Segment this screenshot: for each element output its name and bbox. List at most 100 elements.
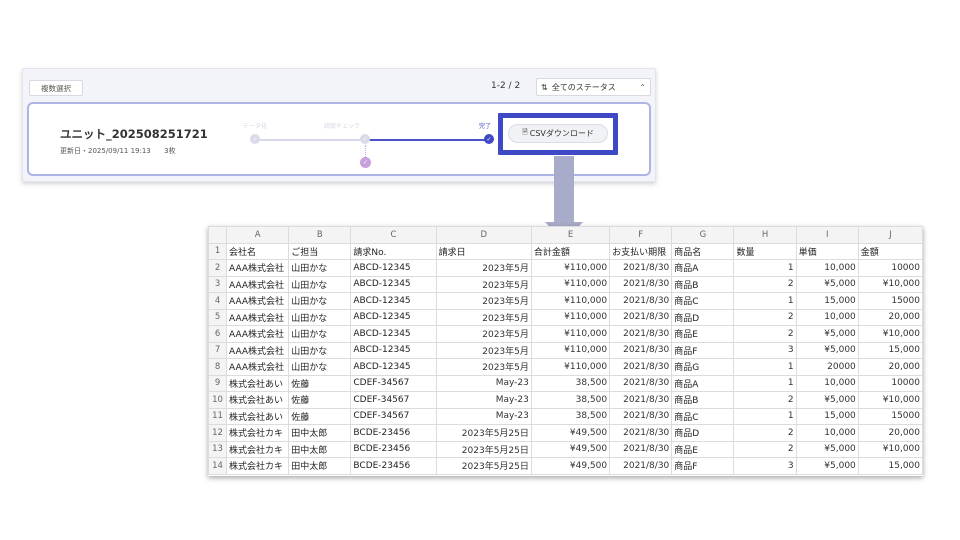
table-cell[interactable]: ¥49,500 xyxy=(530,440,611,458)
table-cell[interactable]: ¥10,000 xyxy=(857,275,924,293)
table-cell[interactable]: 38,500 xyxy=(530,391,611,409)
table-cell[interactable]: 2021/8/30 xyxy=(609,391,673,409)
table-cell[interactable]: ¥5,000 xyxy=(795,325,859,343)
row-number[interactable]: 10 xyxy=(207,391,228,409)
table-cell[interactable]: 2021/8/30 xyxy=(609,374,673,392)
table-cell[interactable]: CDEF-34567 xyxy=(350,407,437,425)
table-cell[interactable]: ¥5,000 xyxy=(795,440,859,458)
table-cell[interactable]: 20,000 xyxy=(857,358,924,376)
header-cell[interactable]: 合計金額 xyxy=(530,242,611,260)
table-cell[interactable]: 10000 xyxy=(857,259,924,277)
table-cell[interactable]: ¥5,000 xyxy=(795,341,859,359)
table-cell[interactable]: 2023年5月 xyxy=(435,341,532,359)
table-cell[interactable]: ¥49,500 xyxy=(530,424,611,442)
table-cell[interactable]: 10,000 xyxy=(795,374,859,392)
row-number[interactable]: 9 xyxy=(207,374,228,392)
table-cell[interactable]: 2021/8/30 xyxy=(609,259,673,277)
table-cell[interactable]: 2023年5月 xyxy=(435,259,532,277)
table-cell[interactable]: AAA株式会社 xyxy=(226,259,290,277)
table-cell[interactable]: 2021/8/30 xyxy=(609,341,673,359)
table-cell[interactable]: 2021/8/30 xyxy=(609,325,673,343)
table-cell[interactable]: 2021/8/30 xyxy=(609,292,673,310)
table-cell[interactable]: 商品A xyxy=(671,374,735,392)
table-cell[interactable]: AAA株式会社 xyxy=(226,292,290,310)
table-cell[interactable]: 株式会社カキ xyxy=(226,457,290,475)
column-header[interactable]: J xyxy=(857,226,924,244)
row-number[interactable]: 13 xyxy=(207,440,228,458)
table-cell[interactable]: ABCD-12345 xyxy=(350,308,437,326)
table-cell[interactable]: 株式会社あい xyxy=(226,374,290,392)
table-cell[interactable]: 株式会社あい xyxy=(226,391,290,409)
table-cell[interactable]: 20000 xyxy=(795,358,859,376)
header-cell[interactable]: 単価 xyxy=(795,242,859,260)
row-number[interactable]: 14 xyxy=(207,457,228,475)
multi-select-button[interactable]: 複数選択 xyxy=(29,80,83,96)
csv-download-button[interactable]: 🗎 CSVダウンロード xyxy=(508,124,608,143)
table-cell[interactable]: CDEF-34567 xyxy=(350,391,437,409)
table-cell[interactable]: ABCD-12345 xyxy=(350,358,437,376)
table-cell[interactable]: 田中太郎 xyxy=(288,457,352,475)
table-cell[interactable]: 2023年5月 xyxy=(435,358,532,376)
table-cell[interactable]: 山田かな xyxy=(288,259,352,277)
table-cell[interactable]: 山田かな xyxy=(288,358,352,376)
table-cell[interactable]: 2023年5月 xyxy=(435,308,532,326)
header-cell[interactable]: ご担当 xyxy=(288,242,352,260)
column-header[interactable]: D xyxy=(435,226,532,244)
table-cell[interactable]: 株式会社カキ xyxy=(226,424,290,442)
header-cell[interactable]: 請求日 xyxy=(435,242,532,260)
table-cell[interactable]: 2021/8/30 xyxy=(609,275,673,293)
table-cell[interactable]: 1 xyxy=(733,407,797,425)
table-cell[interactable]: 1 xyxy=(733,259,797,277)
table-cell[interactable]: ¥10,000 xyxy=(857,325,924,343)
table-cell[interactable]: 1 xyxy=(733,374,797,392)
table-cell[interactable]: 15000 xyxy=(857,407,924,425)
table-cell[interactable]: 商品C xyxy=(671,407,735,425)
row-number[interactable]: 6 xyxy=(207,325,228,343)
table-cell[interactable]: 15,000 xyxy=(857,457,924,475)
table-cell[interactable]: 15,000 xyxy=(857,341,924,359)
table-cell[interactable]: BCDE-23456 xyxy=(350,424,437,442)
table-cell[interactable]: 3 xyxy=(733,341,797,359)
table-cell[interactable]: ¥110,000 xyxy=(530,259,611,277)
table-cell[interactable]: 商品B xyxy=(671,275,735,293)
table-cell[interactable]: ¥110,000 xyxy=(530,325,611,343)
table-cell[interactable]: 2 xyxy=(733,440,797,458)
table-cell[interactable]: 38,500 xyxy=(530,407,611,425)
table-cell[interactable]: 商品B xyxy=(671,391,735,409)
header-cell[interactable]: 商品名 xyxy=(671,242,735,260)
header-cell[interactable]: お支払い期限 xyxy=(609,242,673,260)
table-cell[interactable]: AAA株式会社 xyxy=(226,325,290,343)
table-cell[interactable]: ¥110,000 xyxy=(530,358,611,376)
table-cell[interactable]: BCDE-23456 xyxy=(350,440,437,458)
table-cell[interactable]: BCDE-23456 xyxy=(350,457,437,475)
table-cell[interactable]: 15,000 xyxy=(795,292,859,310)
table-cell[interactable]: 2 xyxy=(733,308,797,326)
header-cell[interactable]: 請求No. xyxy=(350,242,437,260)
table-cell[interactable]: 2 xyxy=(733,325,797,343)
table-cell[interactable]: 2 xyxy=(733,424,797,442)
table-cell[interactable]: ¥5,000 xyxy=(795,391,859,409)
table-cell[interactable]: 田中太郎 xyxy=(288,424,352,442)
table-cell[interactable]: 株式会社カキ xyxy=(226,440,290,458)
column-header[interactable]: E xyxy=(530,226,611,244)
row-number[interactable]: 1 xyxy=(207,242,228,260)
table-cell[interactable]: 10,000 xyxy=(795,259,859,277)
row-number[interactable]: 12 xyxy=(207,424,228,442)
table-cell[interactable]: 商品E xyxy=(671,440,735,458)
table-cell[interactable]: 38,500 xyxy=(530,374,611,392)
column-header[interactable]: C xyxy=(350,226,437,244)
table-cell[interactable]: 商品F xyxy=(671,341,735,359)
table-cell[interactable]: 2023年5月25日 xyxy=(435,424,532,442)
header-cell[interactable]: 数量 xyxy=(733,242,797,260)
column-header[interactable]: A xyxy=(226,226,290,244)
table-cell[interactable]: 10000 xyxy=(857,374,924,392)
table-cell[interactable]: 2023年5月 xyxy=(435,325,532,343)
table-cell[interactable]: ¥110,000 xyxy=(530,292,611,310)
table-cell[interactable]: May-23 xyxy=(435,374,532,392)
row-number[interactable]: 2 xyxy=(207,259,228,277)
column-header[interactable]: I xyxy=(795,226,859,244)
table-cell[interactable]: 10,000 xyxy=(795,308,859,326)
table-cell[interactable]: ¥49,500 xyxy=(530,457,611,475)
header-cell[interactable]: 会社名 xyxy=(226,242,290,260)
table-cell[interactable]: May-23 xyxy=(435,407,532,425)
